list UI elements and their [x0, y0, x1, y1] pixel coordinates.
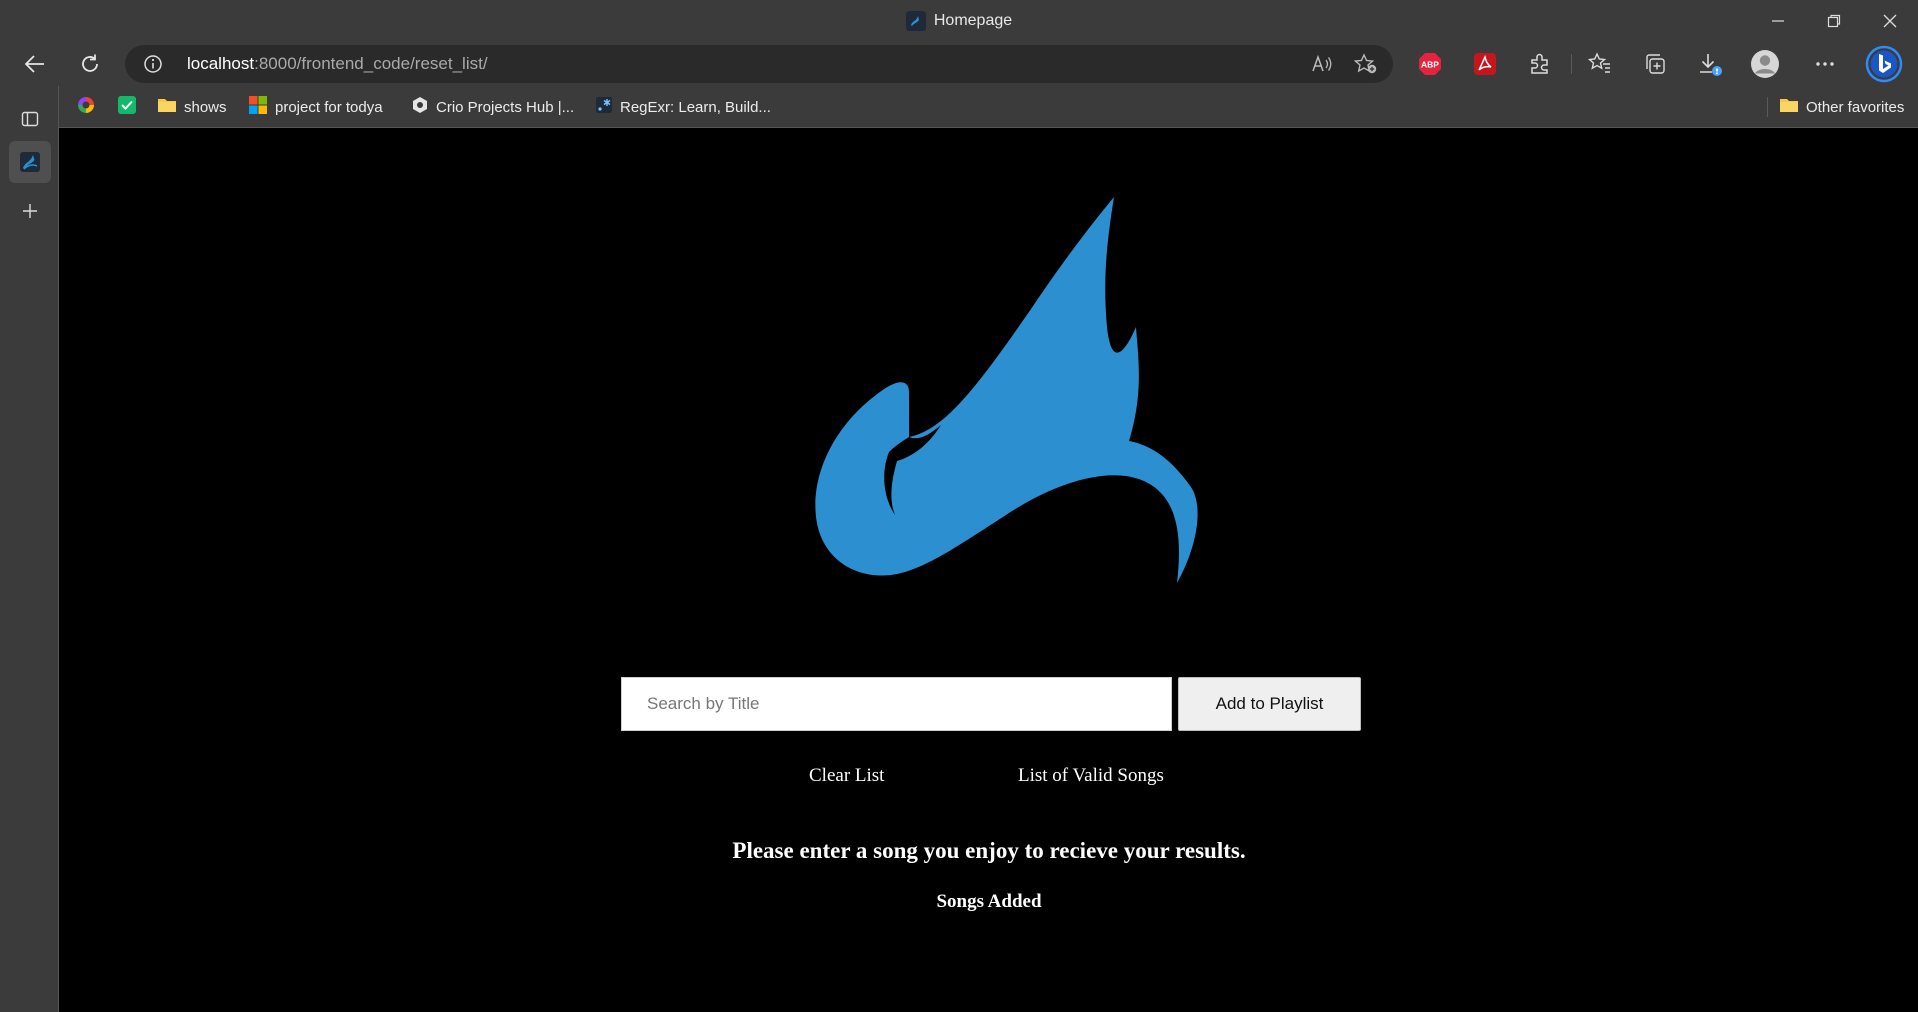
url-text[interactable]: localhost:8000/frontend_code/reset_list/	[187, 45, 488, 83]
page-content: Add to Playlist Clear List List of Valid…	[60, 129, 1918, 1012]
green-check-icon	[117, 95, 137, 119]
folder-icon	[157, 96, 177, 118]
downloads-icon[interactable]	[1690, 44, 1730, 84]
window-controls	[1750, 0, 1918, 42]
bookmark-label: RegExr: Learn, Build...	[620, 98, 771, 116]
address-bar[interactable]: localhost:8000/frontend_code/reset_list/	[125, 45, 1393, 83]
tab-actions-icon[interactable]	[9, 98, 51, 140]
bookmark-crio[interactable]: Crio Projects Hub |...	[411, 93, 574, 121]
window-title-area: Homepage	[0, 0, 1918, 42]
browser-toolbar: localhost:8000/frontend_code/reset_list/…	[0, 42, 1918, 86]
bookmark-regexr[interactable]: RegExr: Learn, Build...	[595, 93, 771, 121]
title-bar: Homepage	[0, 0, 1918, 42]
regexr-icon	[595, 96, 613, 118]
bookmark-label: Crio Projects Hub |...	[436, 98, 575, 116]
bookmark-project[interactable]: project for todya	[248, 93, 383, 121]
extensions-icon[interactable]	[1520, 44, 1560, 84]
microsoft-icon	[248, 95, 268, 119]
refresh-icon[interactable]	[70, 44, 110, 84]
bookmark-green-check[interactable]	[117, 93, 137, 121]
add-favorite-icon[interactable]	[1351, 49, 1381, 79]
bookmarks-separator	[1767, 97, 1768, 117]
bookmark-other-favorites[interactable]: Other favorites	[1779, 93, 1904, 121]
bookmark-label: Other favorites	[1806, 98, 1905, 116]
clear-list-link[interactable]: Clear List	[809, 765, 884, 787]
read-aloud-icon[interactable]	[1307, 49, 1337, 79]
bookmark-colorful[interactable]	[76, 93, 96, 121]
app-logo	[815, 197, 1198, 583]
vertical-tab-strip	[0, 86, 59, 1012]
adblock-plus-icon[interactable]: ABP	[1410, 44, 1450, 84]
url-host: localhost	[187, 54, 255, 73]
new-tab-icon[interactable]	[9, 190, 51, 232]
site-logo-icon	[905, 11, 926, 31]
more-icon[interactable]	[1805, 44, 1845, 84]
active-tab-icon[interactable]	[9, 141, 51, 183]
folder-icon	[1779, 96, 1799, 118]
toolbar-separator	[1571, 54, 1572, 74]
instruction-message: Please enter a song you enjoy to recieve…	[732, 838, 1246, 863]
adobe-acrobat-icon[interactable]	[1465, 44, 1505, 84]
bookmark-label: shows	[184, 98, 227, 116]
add-to-playlist-button[interactable]: Add to Playlist	[1178, 677, 1361, 731]
restore-icon[interactable]	[1806, 0, 1862, 42]
browser-window: Homepage localhost:8000/frontend_code/re…	[0, 0, 1918, 1012]
minimize-icon[interactable]	[1750, 0, 1806, 42]
valid-songs-link[interactable]: List of Valid Songs	[1018, 765, 1164, 787]
crio-icon	[411, 96, 429, 118]
bing-icon[interactable]	[1864, 44, 1904, 84]
window-title: Homepage	[933, 12, 1013, 29]
bookmark-shows[interactable]: shows	[157, 93, 227, 121]
colorful-circle-icon	[76, 95, 96, 119]
bookmarks-bar: shows project for todya Crio Projects Hu…	[0, 86, 1918, 128]
bookmark-label: project for todya	[275, 98, 383, 116]
profile-icon[interactable]	[1745, 44, 1785, 84]
songs-added-heading: Songs Added	[936, 891, 1042, 912]
back-arrow-icon[interactable]	[15, 44, 55, 84]
adblock-text: ABP	[1421, 60, 1439, 70]
search-input[interactable]	[621, 677, 1172, 731]
favorites-icon[interactable]	[1580, 44, 1620, 84]
collections-icon[interactable]	[1635, 44, 1675, 84]
url-path: :8000/frontend_code/reset_list/	[254, 54, 488, 73]
close-icon[interactable]	[1862, 0, 1918, 42]
info-icon[interactable]	[143, 54, 163, 74]
